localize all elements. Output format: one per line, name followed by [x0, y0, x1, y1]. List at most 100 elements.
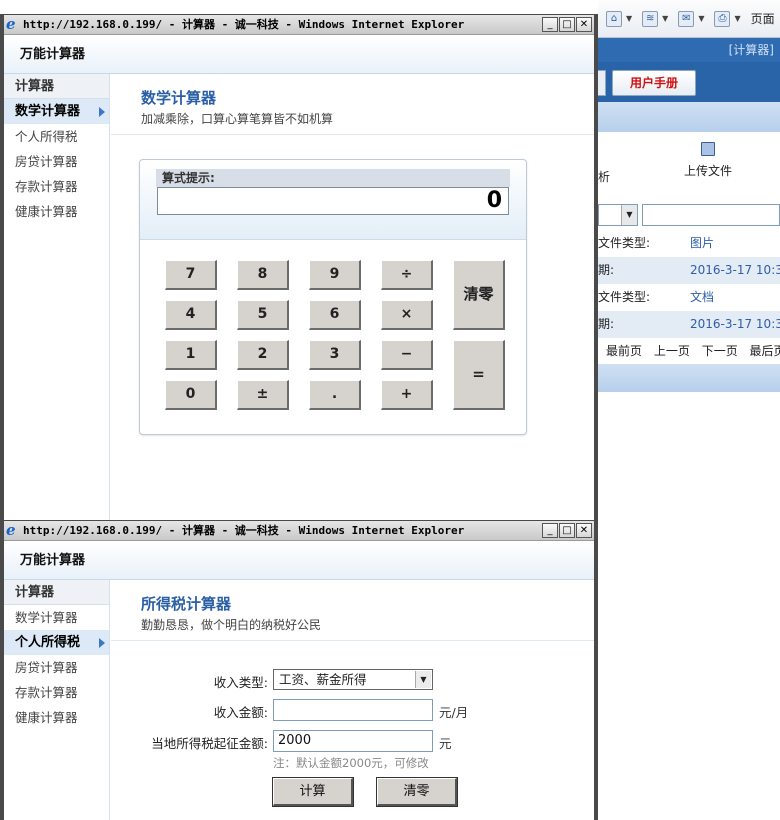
save-disk-icon	[701, 142, 715, 156]
main-content: 所得税计算器 勤勤恳恳，做个明白的纳税好公民 收入类型: 工资、薪金所得 ▼ 收…	[111, 580, 594, 820]
sidebar-item-income-tax[interactable]: 个人所得税	[4, 630, 109, 655]
bg-search-input[interactable]	[642, 204, 780, 226]
calculator-window: e http://192.168.0.199/ - 计算器 - 诚一科技 - W…	[0, 14, 598, 520]
calculator-link[interactable]: [计算器]	[729, 43, 774, 57]
income-amount-label: 收入金额:	[213, 705, 268, 720]
key-4[interactable]: 4	[165, 300, 217, 330]
tax-threshold-unit: 元	[439, 736, 452, 751]
window-title: http://192.168.0.199/ - 计算器 - 诚一科技 - Win…	[23, 18, 465, 31]
tax-threshold-label: 当地所得税起征金额:	[151, 736, 268, 751]
table-row: 文件类型: 文档	[598, 284, 780, 311]
equals-button[interactable]: =	[453, 340, 505, 410]
page-title: 所得税计算器	[141, 595, 232, 613]
page-menu[interactable]: 页面	[751, 10, 775, 27]
bg-search-bar: ▼	[598, 202, 780, 228]
sidebar-item-label: 存款计算器	[15, 685, 78, 700]
sidebar-item-label: 健康计算器	[15, 710, 78, 725]
key-plus-minus[interactable]: ±	[237, 380, 289, 410]
ie-logo-icon: e	[6, 15, 16, 33]
window-titlebar[interactable]: e http://192.168.0.199/ - 计算器 - 诚一科技 - W…	[4, 15, 594, 35]
income-amount-input[interactable]	[273, 699, 433, 721]
maximize-button[interactable]: □	[559, 523, 575, 538]
app-name: 万能计算器	[4, 36, 594, 74]
tax-threshold-input[interactable]: 2000	[273, 730, 433, 752]
sidebar-item-math[interactable]: 数学计算器	[4, 605, 109, 630]
bg-action-partial[interactable]: 析	[598, 168, 610, 185]
chevron-right-icon	[99, 638, 105, 648]
income-type-select[interactable]: 工资、薪金所得 ▼	[273, 669, 433, 690]
key-2[interactable]: 2	[237, 340, 289, 370]
calculate-button[interactable]: 计算	[272, 777, 354, 807]
bg-action-bar: 析 上传文件	[598, 132, 780, 198]
close-button[interactable]: ✕	[576, 523, 592, 538]
key-9[interactable]: 9	[309, 260, 361, 290]
sidebar-item-math[interactable]: 数学计算器	[4, 99, 109, 124]
pager-last[interactable]: 最后页	[750, 344, 780, 358]
sidebar-item-health[interactable]: 健康计算器	[4, 705, 109, 730]
chevron-down-icon[interactable]: ▼	[626, 14, 632, 23]
row-key: 文件类型:	[598, 236, 651, 250]
minimize-button[interactable]: _	[542, 523, 558, 538]
sidebar-item-deposit[interactable]: 存款计算器	[4, 680, 109, 705]
page-subtitle: 加减乘除，口算心算笔算皆不如机算	[141, 112, 334, 126]
window-titlebar[interactable]: e http://192.168.0.199/ - 计算器 - 诚一科技 - W…	[4, 521, 594, 541]
app-name: 万能计算器	[4, 542, 594, 580]
sidebar-item-label: 房贷计算器	[15, 154, 78, 169]
key-6[interactable]: 6	[309, 300, 361, 330]
home-icon[interactable]: ⌂	[606, 10, 622, 27]
key-decimal[interactable]: .	[309, 380, 361, 410]
key-8[interactable]: 8	[237, 260, 289, 290]
sidebar-item-mortgage[interactable]: 房贷计算器	[4, 655, 109, 680]
minimize-button[interactable]: _	[542, 17, 558, 32]
table-row: 文件类型: 图片	[598, 230, 780, 257]
bg-filter-select[interactable]: ▼	[598, 204, 638, 226]
key-5[interactable]: 5	[237, 300, 289, 330]
pager-next[interactable]: 下一页	[702, 344, 738, 358]
print-icon[interactable]: ⎙	[714, 10, 731, 27]
upload-file-button[interactable]: 上传文件	[680, 142, 736, 179]
row-key: 期:	[598, 263, 615, 277]
table-row: 期: 2016-3-17 10:33	[598, 311, 780, 338]
income-type-value: 工资、薪金所得	[279, 672, 367, 687]
sidebar-item-income-tax[interactable]: 个人所得税	[4, 124, 109, 149]
sidebar-item-label: 健康计算器	[15, 204, 78, 219]
clear-button[interactable]: 清零	[453, 260, 505, 330]
threshold-note: 注：默认金额2000元，可修改	[273, 756, 429, 770]
clear-form-button[interactable]: 清零	[376, 777, 458, 807]
sidebar-item-label: 数学计算器	[15, 104, 81, 119]
key-1[interactable]: 1	[165, 340, 217, 370]
sidebar-item-health[interactable]: 健康计算器	[4, 199, 109, 224]
feeds-icon[interactable]: ≋	[642, 10, 659, 27]
key-7[interactable]: 7	[165, 260, 217, 290]
bg-tab-partial[interactable]	[598, 70, 606, 96]
key-0[interactable]: 0	[165, 380, 217, 410]
pager-prev[interactable]: 上一页	[654, 344, 690, 358]
main-content: 数学计算器 加减乘除，口算心算笔算皆不如机算 算式提示: 0 7 8 9 ÷ 4…	[111, 74, 594, 520]
row-value: 2016-3-17 10:33	[690, 317, 780, 331]
mail-icon[interactable]: ✉	[678, 10, 695, 27]
pager: 最前页 上一页 下一页 最后页 共	[598, 338, 780, 364]
key-subtract[interactable]: −	[381, 340, 433, 370]
sidebar-item-label: 房贷计算器	[15, 660, 78, 675]
bg-header-bar: [计算器]	[598, 38, 780, 62]
sidebar-heading: 计算器	[4, 580, 109, 605]
chevron-down-icon[interactable]: ▼	[734, 14, 740, 23]
window-title: http://192.168.0.199/ - 计算器 - 诚一科技 - Win…	[23, 524, 465, 537]
key-multiply[interactable]: ×	[381, 300, 433, 330]
calculator-display: 0	[157, 187, 509, 215]
sidebar-item-mortgage[interactable]: 房贷计算器	[4, 149, 109, 174]
maximize-button[interactable]: □	[559, 17, 575, 32]
chevron-down-icon[interactable]: ▼	[698, 14, 704, 23]
close-button[interactable]: ✕	[576, 17, 592, 32]
bg-tab-bar: 用户手册	[598, 62, 780, 102]
calculator-panel: 算式提示: 0 7 8 9 ÷ 4 5 6 × 1 2 3 − 0 ± . + …	[139, 159, 527, 435]
pager-first[interactable]: 最前页	[606, 344, 642, 358]
formula-hint-label: 算式提示:	[156, 169, 510, 187]
chevron-down-icon: ▼	[415, 671, 431, 688]
key-3[interactable]: 3	[309, 340, 361, 370]
key-divide[interactable]: ÷	[381, 260, 433, 290]
key-add[interactable]: +	[381, 380, 433, 410]
tab-user-manual[interactable]: 用户手册	[612, 70, 696, 96]
chevron-down-icon[interactable]: ▼	[662, 14, 668, 23]
sidebar-item-deposit[interactable]: 存款计算器	[4, 174, 109, 199]
